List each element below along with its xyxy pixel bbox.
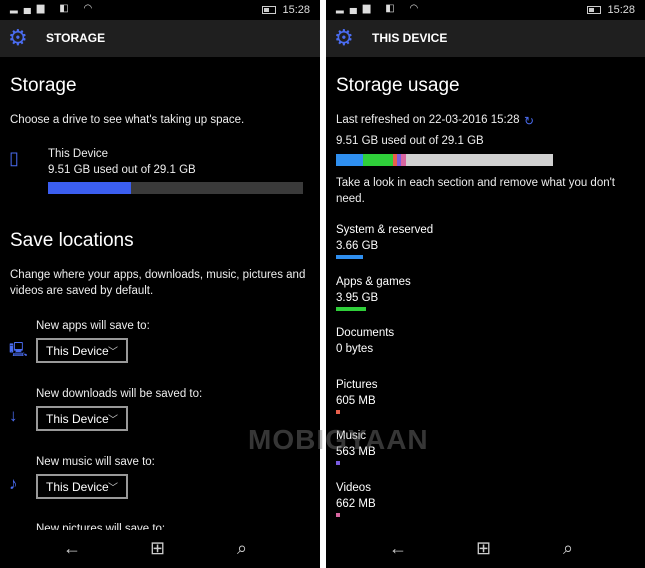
apps-location-label: New apps will save to: [36, 320, 150, 332]
category-name: Apps & games [336, 275, 411, 288]
category-size: 662 MB [336, 497, 376, 510]
gear-icon: ⚙ [334, 25, 354, 50]
chevron-down-icon: ﹀ [108, 483, 118, 494]
dropdown-value: This Device [46, 412, 109, 426]
windows-start-icon[interactable]: ⊞ [476, 538, 491, 559]
navigation-bar: ← ⊞ ⌕ [0, 530, 320, 568]
usage-segment [363, 154, 393, 166]
drive-usage-fill [48, 182, 132, 194]
page-header: ⚙ THIS DEVICE [326, 20, 645, 57]
page-title: THIS DEVICE [372, 31, 448, 45]
storage-usage-heading: Storage usage [336, 75, 460, 96]
phone-icon: ▯ [9, 148, 19, 168]
usage-summary: 9.51 GB used out of 29.1 GB [336, 135, 484, 147]
drive-usage-bar [48, 182, 303, 194]
save-locations-description: Change where your apps, downloads, music… [10, 269, 306, 297]
category-bar [336, 512, 340, 517]
battery-icon [262, 6, 276, 14]
signal-icon: ▂▄▆ ◧ ◠ [10, 3, 99, 14]
refresh-icon[interactable]: ↻ [524, 114, 534, 128]
page-header: ⚙ STORAGE [0, 20, 320, 57]
save-locations-heading: Save locations [10, 230, 134, 251]
back-icon[interactable]: ← [63, 538, 81, 559]
category-bar [336, 306, 366, 311]
clock: 15:28 [607, 4, 635, 16]
page-title: STORAGE [46, 31, 106, 45]
apps-location-dropdown[interactable]: This Device ﹀ [36, 338, 128, 363]
category-name: Documents [336, 327, 395, 339]
status-bar: ▂▄▆ ◧ ◠ 15:28 [326, 0, 645, 20]
music-note-icon: ♪ [9, 474, 18, 493]
navigation-bar: ← ⊞ ⌕ [326, 530, 645, 568]
category-size: 0 bytes [336, 343, 374, 355]
signal-icon: ▂▄▆ ◧ ◠ [336, 3, 425, 14]
downloads-location-label: New downloads will be saved to: [36, 388, 203, 400]
last-refreshed: Last refreshed on 22-03-2016 15:28 [336, 114, 520, 126]
category-bar [336, 409, 340, 414]
clock: 15:28 [282, 4, 310, 16]
chevron-down-icon: ﹀ [108, 347, 118, 358]
usage-segment [401, 154, 407, 166]
this-device-panel: ▂▄▆ ◧ ◠ 15:28 ⚙ THIS DEVICE Storage usag… [326, 0, 645, 568]
dropdown-value: This Device [46, 344, 109, 358]
usage-stacked-bar [336, 154, 553, 166]
dropdown-value: This Device [46, 480, 109, 494]
category-size: 3.95 GB [336, 291, 379, 304]
category-name: System & reserved [336, 224, 434, 236]
usage-hint: Take a look in each section and remove w… [336, 177, 616, 205]
usage-segment [336, 154, 364, 166]
category-name: Videos [336, 481, 371, 494]
music-location-label: New music will save to: [36, 456, 155, 468]
drive-usage: 9.51 GB used out of 29.1 GB [48, 164, 196, 176]
gear-icon: ⚙ [8, 25, 28, 50]
storage-panel: ▂▄▆ ◧ ◠ 15:28 ⚙ STORAGE Storage Choose a… [0, 0, 320, 568]
back-icon[interactable]: ← [389, 538, 407, 559]
battery-icon [587, 6, 601, 14]
monitor-icon: 🖳 [9, 341, 28, 357]
drive-name: This Device [48, 148, 109, 160]
status-bar: ▂▄▆ ◧ ◠ 15:28 [0, 0, 320, 20]
download-arrow-icon: ↓ [9, 406, 18, 425]
windows-start-icon[interactable]: ⊞ [150, 538, 165, 559]
category-name: Pictures [336, 378, 378, 391]
category-size: 3.66 GB [336, 240, 379, 252]
category-bar [336, 255, 363, 259]
category-bar [336, 461, 340, 465]
category-size: 605 MB [336, 394, 376, 407]
search-icon[interactable]: ⌕ [237, 538, 247, 559]
search-icon[interactable]: ⌕ [563, 538, 573, 559]
storage-subtitle: Choose a drive to see what's taking up s… [10, 114, 245, 126]
downloads-location-dropdown[interactable]: This Device ﹀ [36, 406, 128, 431]
music-location-dropdown[interactable]: This Device ﹀ [36, 474, 128, 499]
chevron-down-icon: ﹀ [108, 415, 118, 426]
watermark: MOBIGYAAN [248, 424, 429, 455]
storage-heading: Storage [10, 75, 77, 96]
